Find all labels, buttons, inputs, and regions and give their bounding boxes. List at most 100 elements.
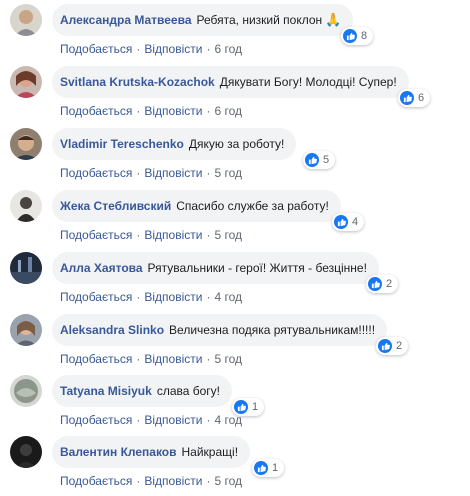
comment-time[interactable]: 5 год — [214, 352, 242, 366]
reaction-count[interactable]: 1 — [252, 459, 285, 477]
like-icon — [378, 339, 392, 353]
separator-dot: · — [136, 352, 141, 366]
like-link[interactable]: Подобається — [60, 413, 132, 427]
separator-dot: · — [206, 228, 211, 242]
like-icon — [234, 400, 248, 414]
comment-item: Жека Стебливский Спасибо службе за работ… — [0, 190, 470, 250]
comment-bubble: Жека Стебливский Спасибо службе за работ… — [52, 190, 341, 222]
separator-dot: · — [136, 413, 141, 427]
comment-text: Величезна подяка рятувальникам!!!!! — [169, 323, 376, 337]
comment-author[interactable]: Жека Стебливский — [60, 199, 171, 213]
comment-actions: Подобається · Відповісти · 5 год — [60, 228, 242, 242]
reply-link[interactable]: Відповісти — [144, 413, 202, 427]
avatar[interactable] — [10, 66, 42, 98]
avatar[interactable] — [10, 314, 42, 346]
comment-author[interactable]: Vladimir Tereschenko — [60, 137, 184, 151]
comment-author[interactable]: Алла Хаятова — [60, 261, 143, 275]
reply-link[interactable]: Відповісти — [144, 42, 202, 56]
reply-link[interactable]: Відповісти — [144, 290, 202, 304]
avatar[interactable] — [10, 128, 42, 160]
like-link[interactable]: Подобається — [60, 352, 132, 366]
comment-text: Найкращі! — [181, 445, 239, 459]
reaction-count[interactable]: 8 — [341, 27, 374, 45]
comment-text: Спасибо службе за работу! — [176, 199, 329, 213]
comment-bubble: Алла Хаятова Рятувальники - герої! Життя… — [52, 252, 379, 284]
separator-dot: · — [206, 290, 211, 304]
like-icon — [254, 461, 268, 475]
reaction-count[interactable]: 2 — [366, 275, 399, 293]
comment-author[interactable]: Александра Матвеева — [60, 13, 192, 27]
like-link[interactable]: Подобається — [60, 228, 132, 242]
comment-author[interactable]: Aleksandra Slinko — [60, 323, 164, 337]
separator-dot: · — [136, 104, 141, 118]
separator-dot: · — [206, 352, 211, 366]
comment-item: Алла Хаятова Рятувальники - герої! Життя… — [0, 252, 470, 312]
comment-time[interactable]: 4 год — [214, 290, 242, 304]
comment-time[interactable]: 6 год — [214, 104, 242, 118]
reaction-number: 1 — [272, 462, 279, 474]
avatar[interactable] — [10, 4, 42, 36]
reply-link[interactable]: Відповісти — [144, 166, 202, 180]
comment-author[interactable]: Tatyana Misiyuk — [60, 384, 152, 398]
separator-dot: · — [206, 42, 211, 56]
like-link[interactable]: Подобається — [60, 474, 132, 488]
comment-text: Дякувати Богу! Молодці! Супер! — [219, 75, 397, 89]
separator-dot: · — [136, 228, 141, 242]
reaction-number: 2 — [386, 278, 393, 290]
comment-text: слава богу! — [156, 384, 220, 398]
reaction-count[interactable]: 2 — [376, 337, 409, 355]
reply-link[interactable]: Відповісти — [144, 104, 202, 118]
like-link[interactable]: Подобається — [60, 290, 132, 304]
avatar[interactable] — [10, 252, 42, 284]
reply-link[interactable]: Відповісти — [144, 474, 202, 488]
avatar[interactable] — [10, 375, 42, 407]
comment-author[interactable]: Svitlana Krutska-Kozachok — [60, 75, 215, 89]
reaction-number: 2 — [396, 340, 403, 352]
like-icon — [334, 215, 348, 229]
comment-text: Дякую за роботу! — [188, 137, 285, 151]
comment-author[interactable]: Валентин Клепаков — [60, 445, 177, 459]
avatar[interactable] — [10, 436, 42, 468]
separator-dot: · — [206, 104, 211, 118]
comment-text: Ребята, низкий поклон — [196, 13, 323, 27]
comment-actions: Подобається · Відповісти · 4 год — [60, 413, 242, 427]
comment-bubble: Tatyana Misiyuk слава богу! — [52, 375, 232, 407]
comment-text: Рятувальники - герої! Життя - безцінне! — [147, 261, 367, 275]
comment-item: Aleksandra Slinko Величезна подяка рятув… — [0, 314, 470, 374]
reaction-count[interactable]: 5 — [303, 151, 336, 169]
comment-item: Svitlana Krutska-Kozachok Дякувати Богу!… — [0, 66, 470, 126]
reaction-number: 6 — [418, 92, 425, 104]
separator-dot: · — [206, 166, 211, 180]
like-link[interactable]: Подобається — [60, 166, 132, 180]
comment-time[interactable]: 5 год — [214, 228, 242, 242]
avatar[interactable] — [10, 190, 42, 222]
separator-dot: · — [206, 474, 211, 488]
comment-time[interactable]: 5 год — [214, 166, 242, 180]
reaction-number: 8 — [361, 30, 368, 42]
comment-time[interactable]: 6 год — [214, 42, 242, 56]
comment-actions: Подобається · Відповісти · 5 год — [60, 166, 242, 180]
separator-dot: · — [136, 474, 141, 488]
reaction-number: 5 — [323, 154, 330, 166]
comment-time[interactable]: 5 год — [214, 474, 242, 488]
comment-bubble: Александра Матвеева Ребята, низкий покло… — [52, 4, 354, 36]
comment-actions: Подобається · Відповісти · 6 год — [60, 42, 242, 56]
separator-dot: · — [136, 290, 141, 304]
comment-bubble: Svitlana Krutska-Kozachok Дякувати Богу!… — [52, 66, 409, 98]
folded-hands-emoji: 🙏 — [325, 12, 342, 27]
reply-link[interactable]: Відповісти — [144, 228, 202, 242]
like-icon — [305, 153, 319, 167]
reaction-count[interactable]: 6 — [398, 89, 431, 107]
reaction-count[interactable]: 4 — [332, 213, 365, 231]
comment-actions: Подобається · Відповісти · 6 год — [60, 104, 242, 118]
reply-link[interactable]: Відповісти — [144, 352, 202, 366]
comment-item: Александра Матвеева Ребята, низкий покло… — [0, 4, 470, 64]
like-link[interactable]: Подобається — [60, 42, 132, 56]
separator-dot: · — [136, 166, 141, 180]
like-icon — [400, 91, 414, 105]
comment-item: Tatyana Misiyuk слава богу! 1 Подобаєтьс… — [0, 375, 470, 435]
comment-time[interactable]: 4 год — [214, 413, 242, 427]
comment-item: Валентин Клепаков Найкращі! 1 Подобаєтьс… — [0, 436, 470, 496]
like-link[interactable]: Подобається — [60, 104, 132, 118]
separator-dot: · — [206, 413, 211, 427]
